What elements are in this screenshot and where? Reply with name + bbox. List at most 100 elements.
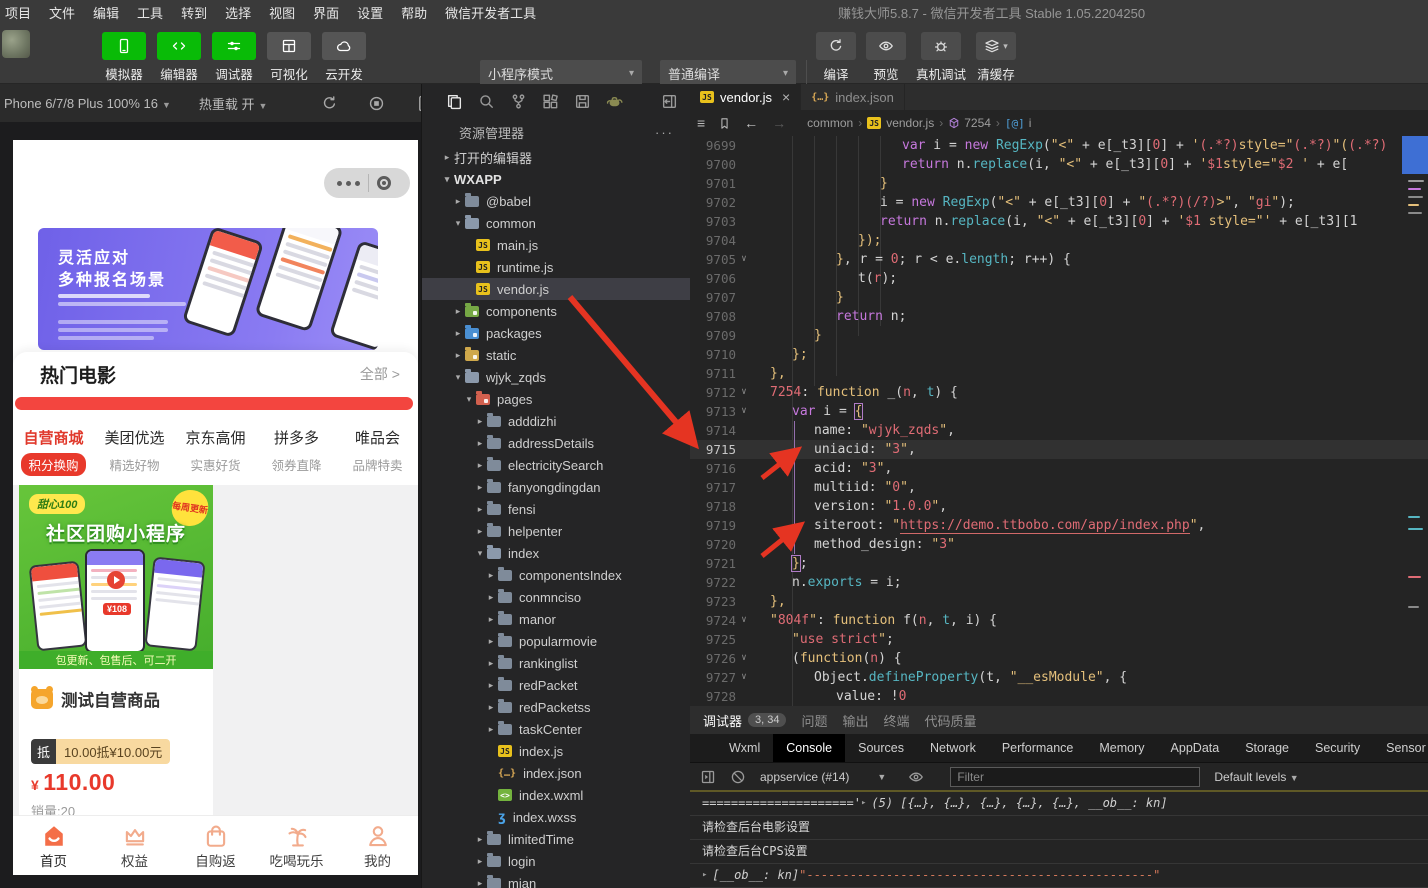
- tree-item-components[interactable]: ▸components: [422, 300, 690, 322]
- npm-icon[interactable]: [574, 93, 591, 110]
- fold-chevron-icon[interactable]: ∨: [736, 250, 752, 269]
- extensions-icon[interactable]: [542, 93, 559, 110]
- record-stop-icon[interactable]: [368, 95, 385, 112]
- phone-tab-吃喝玩乐[interactable]: 吃喝玩乐: [256, 816, 337, 875]
- tree-item-rankinglist[interactable]: ▸rankinglist: [422, 652, 690, 674]
- devtools-tab-Storage[interactable]: Storage: [1232, 734, 1302, 762]
- toolbar-button-编辑器[interactable]: 编辑器: [155, 32, 203, 83]
- menu-item-文件[interactable]: 文件: [40, 0, 84, 28]
- device-select[interactable]: Phone 6/7/8 Plus 100% 16▼: [0, 96, 179, 111]
- debugger-tab-输出[interactable]: 输出: [843, 711, 869, 730]
- capsule-menu[interactable]: [324, 168, 410, 198]
- tree-item-redPacketss[interactable]: ▸redPacketss: [422, 696, 690, 718]
- fold-chevron-icon[interactable]: ∨: [736, 402, 752, 421]
- restart-icon[interactable]: [321, 95, 338, 112]
- mode-select[interactable]: 小程序模式 ▾: [480, 60, 642, 86]
- show-panel-icon[interactable]: [700, 769, 716, 785]
- fold-chevron-icon[interactable]: ∨: [736, 668, 752, 687]
- files-icon[interactable]: [446, 93, 463, 110]
- action-button-真机调试[interactable]: 真机调试: [916, 32, 966, 83]
- tree-item-打开的编辑器[interactable]: ▸打开的编辑器: [422, 146, 690, 168]
- search-icon[interactable]: [478, 93, 495, 110]
- hamburger-icon[interactable]: ≡: [697, 115, 705, 131]
- tree-item-taskCenter[interactable]: ▸taskCenter: [422, 718, 690, 740]
- tree-item-packages[interactable]: ▸packages: [422, 322, 690, 344]
- fold-chevron-icon[interactable]: ∨: [736, 649, 752, 668]
- devtools-tab-Network[interactable]: Network: [917, 734, 989, 762]
- devtools-tab-Wxml[interactable]: Wxml: [716, 734, 773, 762]
- tree-item-WXAPP[interactable]: ▾WXAPP: [422, 168, 690, 190]
- tree-item-index.wxml[interactable]: <>index.wxml: [422, 784, 690, 806]
- debugger-tab-代码质量[interactable]: 代码质量: [925, 711, 977, 730]
- collapse-sidebar-icon[interactable]: [661, 93, 678, 110]
- tree-item-login[interactable]: ▸login: [422, 850, 690, 872]
- debugger-tab-终端[interactable]: 终端: [884, 711, 910, 730]
- tree-item-adddizhi[interactable]: ▸adddizhi: [422, 410, 690, 432]
- toolbar-button-调试器[interactable]: 调试器: [210, 32, 258, 83]
- tree-item-electricitySearch[interactable]: ▸electricitySearch: [422, 454, 690, 476]
- console-output[interactable]: =====================' ▸(5) [{…}, {…}, {…: [690, 790, 1428, 888]
- tree-item-wjyk_zqds[interactable]: ▾wjyk_zqds: [422, 366, 690, 388]
- console-row[interactable]: ▸[__ob__: kn] "-------------------------…: [690, 864, 1428, 888]
- devtools-tab-AppData[interactable]: AppData: [1158, 734, 1233, 762]
- tree-item-vendor.js[interactable]: JSvendor.js: [422, 278, 690, 300]
- hot-reload-toggle[interactable]: 热重载 开▼: [199, 94, 268, 113]
- promo-banner[interactable]: 灵活应对 多种报名场景: [38, 228, 378, 350]
- source-control-icon[interactable]: [510, 93, 527, 110]
- teapot-icon[interactable]: [606, 93, 623, 110]
- tree-item-static[interactable]: ▸static: [422, 344, 690, 366]
- menu-item-编辑[interactable]: 编辑: [84, 0, 128, 28]
- code-editor[interactable]: 9699var i = new RegExp("<" + e[_t3][0] +…: [690, 136, 1428, 706]
- breadcrumb-symbol[interactable]: 7254: [964, 116, 991, 130]
- breadcrumb-symbol-leaf[interactable]: i: [1029, 116, 1032, 130]
- tree-item-common[interactable]: ▾common: [422, 212, 690, 234]
- execution-context-select[interactable]: appservice (#14): [760, 770, 849, 784]
- devtools-tab-Memory[interactable]: Memory: [1086, 734, 1157, 762]
- fold-chevron-icon[interactable]: ∨: [736, 611, 752, 630]
- tree-item-mian[interactable]: ▸mian: [422, 872, 690, 888]
- tree-item-popularmovie[interactable]: ▸popularmovie: [422, 630, 690, 652]
- tree-item-componentsIndex[interactable]: ▸componentsIndex: [422, 564, 690, 586]
- breadcrumb-folder[interactable]: common: [807, 116, 853, 130]
- tree-item-index[interactable]: ▾index: [422, 542, 690, 564]
- tree-item-@babel[interactable]: ▸@babel: [422, 190, 690, 212]
- clear-console-icon[interactable]: [730, 769, 746, 785]
- close-icon[interactable]: ×: [782, 89, 790, 105]
- menu-item-转到[interactable]: 转到: [172, 0, 216, 28]
- debugger-tab-调试器[interactable]: 调试器3, 34: [703, 711, 786, 730]
- tree-item-fensi[interactable]: ▸fensi: [422, 498, 690, 520]
- tree-item-pages[interactable]: ▾pages: [422, 388, 690, 410]
- tree-item-index.json[interactable]: {…}index.json: [422, 762, 690, 784]
- menu-item-帮助[interactable]: 帮助: [392, 0, 436, 28]
- devtools-tab-Security[interactable]: Security: [1302, 734, 1373, 762]
- phone-tab-我的[interactable]: 我的: [337, 816, 418, 875]
- devtools-tab-Performance[interactable]: Performance: [989, 734, 1087, 762]
- devtools-tab-Sensor[interactable]: Sensor: [1373, 734, 1428, 762]
- menu-item-设置[interactable]: 设置: [348, 0, 392, 28]
- tree-item-index.js[interactable]: JSindex.js: [422, 740, 690, 762]
- action-button-编译[interactable]: 编译: [816, 32, 856, 83]
- breadcrumb-file[interactable]: vendor.js: [886, 116, 934, 130]
- toolbar-button-模拟器[interactable]: 模拟器: [100, 32, 148, 83]
- tree-item-manor[interactable]: ▸manor: [422, 608, 690, 630]
- tree-item-fanyongdingdan[interactable]: ▸fanyongdingdan: [422, 476, 690, 498]
- menu-item-微信开发者工具[interactable]: 微信开发者工具: [436, 0, 545, 28]
- bookmark-icon[interactable]: [718, 117, 731, 130]
- category-tab-美团优选[interactable]: 美团优选精选好物: [94, 420, 175, 485]
- debugger-tab-问题[interactable]: 问题: [801, 711, 827, 730]
- action-button-清缓存[interactable]: ▾清缓存: [976, 32, 1016, 83]
- phone-tab-首页[interactable]: 首页: [13, 816, 94, 875]
- promo-image-card[interactable]: 甜心100 每周更新 社区团购小程序 ¥108 包更新、包售后、可二开: [19, 485, 213, 669]
- menu-item-项目[interactable]: 项目: [0, 0, 40, 28]
- back-arrow-icon[interactable]: ←: [744, 115, 758, 131]
- category-tab-拼多多[interactable]: 拼多多领券直降: [256, 420, 337, 485]
- console-row[interactable]: 请检查后台电影设置: [690, 816, 1428, 840]
- console-row[interactable]: 请检查后台CPS设置: [690, 840, 1428, 864]
- project-avatar[interactable]: [2, 30, 30, 58]
- editor-tab-index.json[interactable]: {…}index.json: [801, 84, 905, 110]
- tree-item-index.wxss[interactable]: ʒindex.wxss: [422, 806, 690, 828]
- tree-item-runtime.js[interactable]: JSruntime.js: [422, 256, 690, 278]
- console-row[interactable]: =====================' ▸(5) [{…}, {…}, {…: [690, 792, 1428, 816]
- live-expression-icon[interactable]: [908, 769, 924, 785]
- menu-item-视图[interactable]: 视图: [260, 0, 304, 28]
